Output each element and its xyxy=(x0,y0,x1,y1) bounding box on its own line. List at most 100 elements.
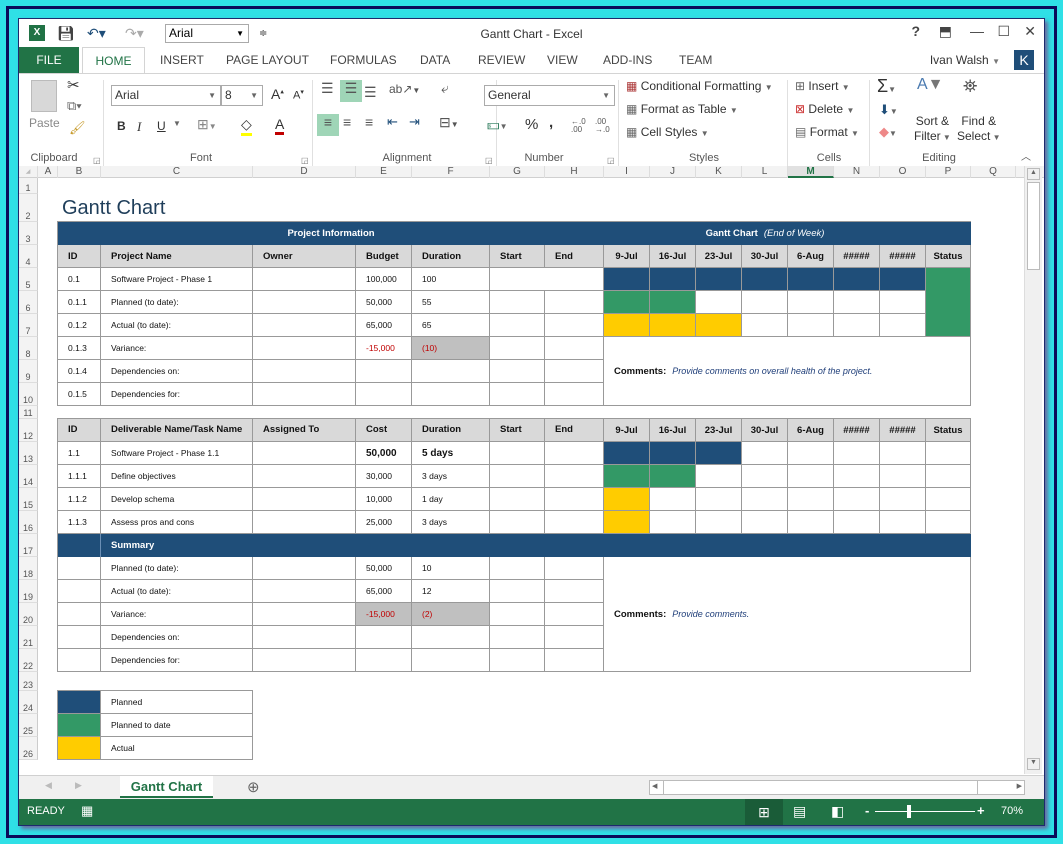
task-start[interactable] xyxy=(490,488,545,511)
gantt-cell[interactable] xyxy=(650,511,696,534)
cut-icon[interactable]: ✂ xyxy=(67,76,80,94)
row-duration[interactable]: (10) xyxy=(412,337,490,360)
summary-start[interactable] xyxy=(490,603,545,626)
normal-view-icon[interactable]: ⊞ xyxy=(745,799,783,825)
tab-formulas[interactable]: FORMULAS xyxy=(330,47,397,73)
row-owner[interactable] xyxy=(253,383,356,406)
gantt-bar-planned[interactable] xyxy=(696,268,742,291)
align-left-icon[interactable]: ≡ xyxy=(317,114,339,136)
zoom-slider[interactable] xyxy=(875,811,975,812)
row-header-10[interactable]: 10 xyxy=(19,383,38,406)
row-duration[interactable]: 55 xyxy=(412,291,490,314)
gantt-bar-planned[interactable] xyxy=(742,268,788,291)
column-header-n[interactable]: N xyxy=(834,166,880,178)
tab-page-layout[interactable]: PAGE LAYOUT xyxy=(226,47,309,73)
format-painter-icon[interactable]: 🖌︎ xyxy=(69,120,86,136)
task-cost[interactable]: 10,000 xyxy=(356,488,412,511)
row-header-11[interactable]: 11 xyxy=(19,406,38,419)
summary-end[interactable] xyxy=(545,557,604,580)
summary-name[interactable]: Dependencies on: xyxy=(101,626,253,649)
tab-view[interactable]: VIEW xyxy=(547,47,578,73)
gantt-cell[interactable] xyxy=(696,465,742,488)
row-name[interactable]: Planned (to date): xyxy=(101,291,253,314)
scroll-left-icon[interactable]: ◀ xyxy=(652,782,657,790)
row-duration[interactable] xyxy=(412,360,490,383)
gantt-cell[interactable] xyxy=(696,291,742,314)
row-header-7[interactable]: 7 xyxy=(19,314,38,337)
delete-cells-button[interactable]: ⊠ Delete ▼ xyxy=(795,102,854,116)
task-duration[interactable]: 3 days xyxy=(412,465,490,488)
task-status[interactable] xyxy=(926,488,971,511)
row-header-2[interactable]: 2 xyxy=(19,194,38,222)
task-duration[interactable]: 3 days xyxy=(412,511,490,534)
comments-text[interactable]: Provide comments on overall health of th… xyxy=(672,366,872,376)
borders-icon[interactable]: ⊞▼ xyxy=(197,116,217,133)
macro-record-icon[interactable]: ▦ xyxy=(81,803,93,819)
summary-id[interactable] xyxy=(58,603,101,626)
summary-start[interactable] xyxy=(490,557,545,580)
column-header-e[interactable]: E xyxy=(356,166,412,178)
maximize-icon[interactable]: ☐ xyxy=(997,23,1010,40)
horizontal-scrollbar[interactable]: ◀ ▶ xyxy=(649,780,1025,795)
row-header-9[interactable]: 9 xyxy=(19,360,38,383)
tab-team[interactable]: TEAM xyxy=(679,47,712,73)
row-header-4[interactable]: 4 xyxy=(19,245,38,268)
row-budget[interactable] xyxy=(356,360,412,383)
task-assigned[interactable] xyxy=(253,511,356,534)
column-header-c[interactable]: C xyxy=(101,166,253,178)
row-owner[interactable] xyxy=(253,268,356,291)
gantt-bar-planned[interactable] xyxy=(604,442,650,465)
summary-name[interactable]: Variance: xyxy=(101,603,253,626)
sort-filter-button[interactable]: Sort & Filter ▼ xyxy=(914,114,951,145)
gantt-cell[interactable] xyxy=(834,291,880,314)
column-header-p[interactable]: P xyxy=(926,166,971,178)
format-cells-button[interactable]: ▤ Format ▼ xyxy=(795,125,859,139)
row-name[interactable]: Actual (to date): xyxy=(101,314,253,337)
summary-id[interactable] xyxy=(58,649,101,672)
chevron-down-icon[interactable]: ▼ xyxy=(173,119,181,128)
decrease-indent-icon[interactable]: ⇤ xyxy=(387,114,398,130)
row-budget[interactable] xyxy=(356,383,412,406)
row-header-16[interactable]: 16 xyxy=(19,511,38,534)
vertical-scroll-thumb[interactable] xyxy=(1027,182,1040,270)
task-status[interactable] xyxy=(926,511,971,534)
summary-name[interactable]: Actual (to date): xyxy=(101,580,253,603)
column-header-g[interactable]: G xyxy=(490,166,545,178)
task-status[interactable] xyxy=(926,465,971,488)
task-start[interactable] xyxy=(490,511,545,534)
summary-assigned[interactable] xyxy=(253,649,356,672)
font-color-icon[interactable]: A xyxy=(275,116,285,135)
row-budget[interactable]: 50,000 xyxy=(356,291,412,314)
summary-assigned[interactable] xyxy=(253,626,356,649)
gantt-cell[interactable] xyxy=(834,314,880,337)
gantt-bar-planned[interactable] xyxy=(788,268,834,291)
row-start-end[interactable] xyxy=(490,268,604,291)
next-sheet-icon[interactable]: ▶ xyxy=(75,780,82,791)
row-budget[interactable]: -15,000 xyxy=(356,337,412,360)
gantt-cell[interactable] xyxy=(834,488,880,511)
summary-duration[interactable]: 10 xyxy=(412,557,490,580)
gantt-cell[interactable] xyxy=(880,291,926,314)
tab-add-ins[interactable]: ADD-INS xyxy=(603,47,652,73)
row-end[interactable] xyxy=(545,360,604,383)
row-start[interactable] xyxy=(490,383,545,406)
gantt-cell[interactable] xyxy=(742,465,788,488)
format-as-table-button[interactable]: ▦ Format as Table ▼ xyxy=(626,102,738,116)
close-icon[interactable]: ✕ xyxy=(1024,23,1036,40)
column-header-f[interactable]: F xyxy=(412,166,490,178)
summary-assigned[interactable] xyxy=(253,580,356,603)
row-header-1[interactable]: 1 xyxy=(19,178,38,194)
zoom-out-icon[interactable]: - xyxy=(865,803,869,818)
summary-duration[interactable]: (2) xyxy=(412,603,490,626)
row-header-26[interactable]: 26 xyxy=(19,737,38,760)
row-start[interactable] xyxy=(490,291,545,314)
wrap-text-icon[interactable]: ⤶ xyxy=(441,80,449,97)
underline-button[interactable]: U xyxy=(157,119,166,133)
find-select-button[interactable]: Find & Select ▼ xyxy=(957,114,1001,145)
task-name[interactable]: Software Project - Phase 1.1 xyxy=(101,442,253,465)
minimize-icon[interactable]: — xyxy=(970,23,984,39)
gantt-bar-planned[interactable] xyxy=(696,442,742,465)
task-end[interactable] xyxy=(545,488,604,511)
gantt-bar-planned-to-date[interactable] xyxy=(650,291,696,314)
gantt-bar-planned[interactable] xyxy=(880,268,926,291)
